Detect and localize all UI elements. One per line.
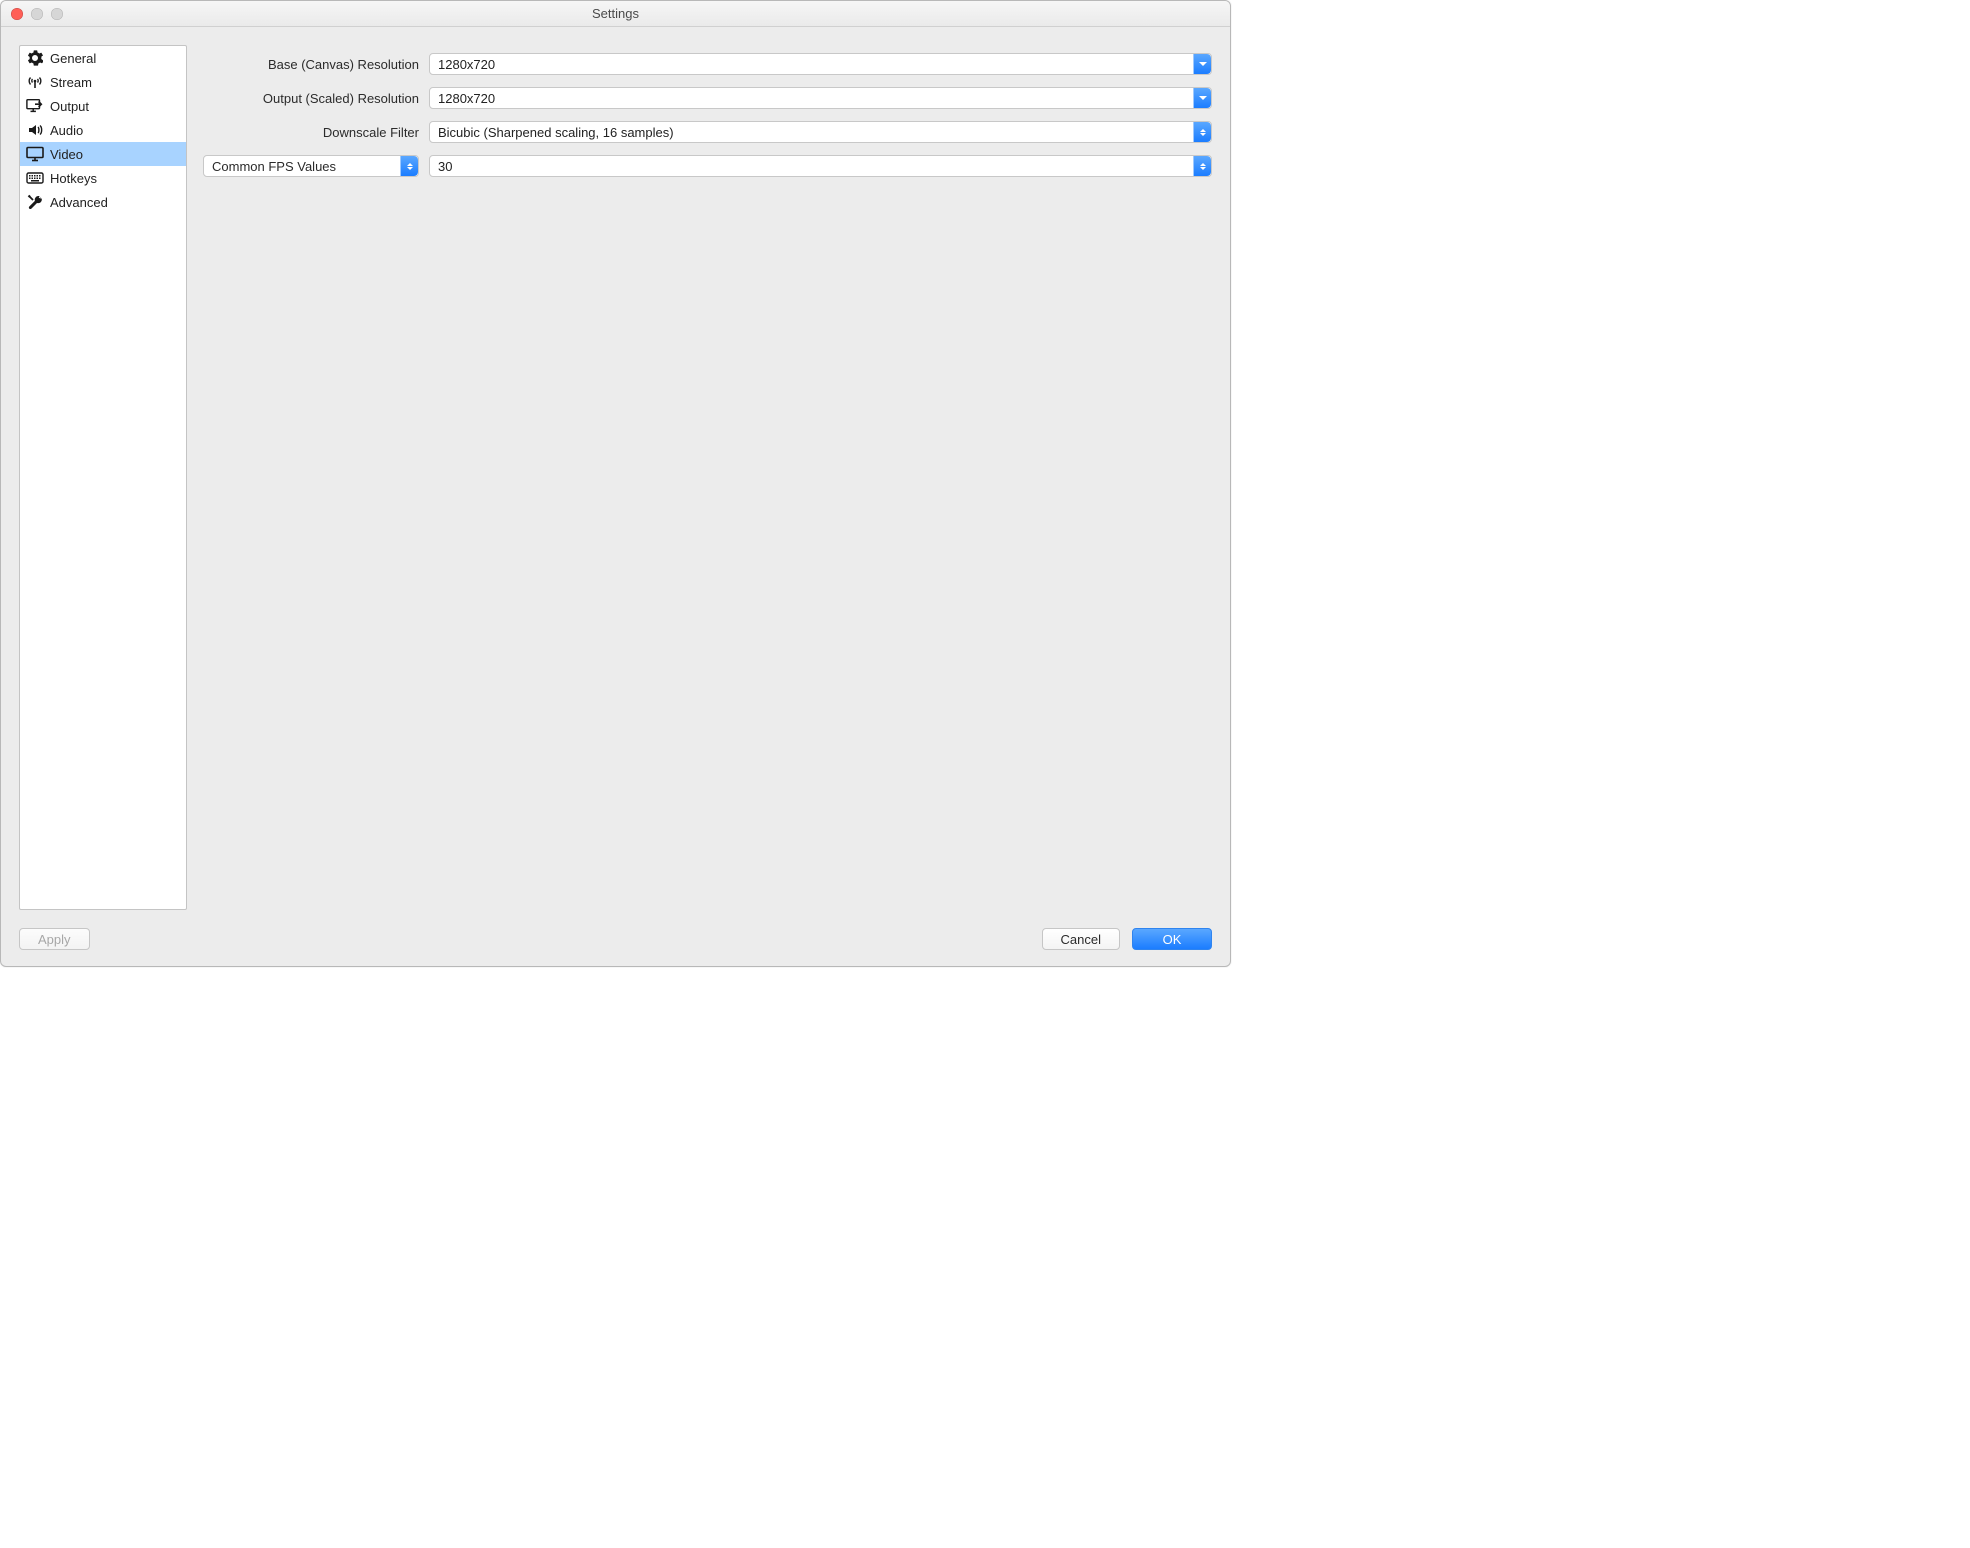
row-base-resolution: Base (Canvas) Resolution 1280x720 [203, 53, 1212, 75]
output-resolution-combo[interactable]: 1280x720 [429, 87, 1212, 109]
content-area: General Stream Output [1, 27, 1230, 918]
row-output-resolution: Output (Scaled) Resolution 1280x720 [203, 87, 1212, 109]
dialog-footer: Apply Cancel OK [1, 918, 1230, 966]
keyboard-icon [26, 169, 44, 187]
sidebar-item-label: Stream [50, 75, 92, 90]
settings-sidebar: General Stream Output [19, 45, 187, 910]
sidebar-item-label: Audio [50, 123, 83, 138]
output-icon [26, 97, 44, 115]
cancel-button[interactable]: Cancel [1042, 928, 1120, 950]
sidebar-item-output[interactable]: Output [20, 94, 186, 118]
titlebar: Settings [1, 1, 1230, 27]
downscale-filter-select[interactable]: Bicubic (Sharpened scaling, 16 samples) [429, 121, 1212, 143]
window-title: Settings [1, 6, 1230, 21]
downscale-filter-label: Downscale Filter [203, 125, 429, 140]
chevron-down-icon [1193, 54, 1211, 74]
window-body: General Stream Output [1, 27, 1230, 966]
ok-button[interactable]: OK [1132, 928, 1212, 950]
base-resolution-combo[interactable]: 1280x720 [429, 53, 1212, 75]
sidebar-item-audio[interactable]: Audio [20, 118, 186, 142]
downscale-filter-value: Bicubic (Sharpened scaling, 16 samples) [430, 125, 1193, 140]
sidebar-item-general[interactable]: General [20, 46, 186, 70]
fps-mode-value: Common FPS Values [204, 159, 400, 174]
sidebar-item-advanced[interactable]: Advanced [20, 190, 186, 214]
fps-mode-wrapper: Common FPS Values [203, 155, 419, 177]
monitor-icon [26, 145, 44, 163]
row-fps: Common FPS Values 30 [203, 155, 1212, 177]
sidebar-item-label: Output [50, 99, 89, 114]
base-resolution-label: Base (Canvas) Resolution [203, 57, 429, 72]
fps-mode-select[interactable]: Common FPS Values [203, 155, 419, 177]
apply-button[interactable]: Apply [19, 928, 90, 950]
gear-icon [26, 49, 44, 67]
output-resolution-value: 1280x720 [430, 91, 1193, 106]
output-resolution-label: Output (Scaled) Resolution [203, 91, 429, 106]
video-settings-panel: Base (Canvas) Resolution 1280x720 Output… [203, 45, 1212, 910]
sidebar-item-label: Video [50, 147, 83, 162]
zoom-window-button[interactable] [51, 8, 63, 20]
tools-icon [26, 193, 44, 211]
row-downscale-filter: Downscale Filter Bicubic (Sharpened scal… [203, 121, 1212, 143]
speaker-icon [26, 121, 44, 139]
stepper-icon [1193, 156, 1211, 176]
sidebar-item-label: Advanced [50, 195, 108, 210]
sidebar-item-label: General [50, 51, 96, 66]
base-resolution-value: 1280x720 [430, 57, 1193, 72]
fps-value: 30 [430, 159, 1193, 174]
window-controls [1, 8, 63, 20]
chevron-down-icon [1193, 88, 1211, 108]
close-window-button[interactable] [11, 8, 23, 20]
antenna-icon [26, 73, 44, 91]
fps-value-select[interactable]: 30 [429, 155, 1212, 177]
sidebar-item-hotkeys[interactable]: Hotkeys [20, 166, 186, 190]
sidebar-item-label: Hotkeys [50, 171, 97, 186]
settings-window: Settings General Stream [0, 0, 1231, 967]
stepper-icon [400, 156, 418, 176]
sidebar-item-video[interactable]: Video [20, 142, 186, 166]
minimize-window-button[interactable] [31, 8, 43, 20]
sidebar-item-stream[interactable]: Stream [20, 70, 186, 94]
stepper-icon [1193, 122, 1211, 142]
